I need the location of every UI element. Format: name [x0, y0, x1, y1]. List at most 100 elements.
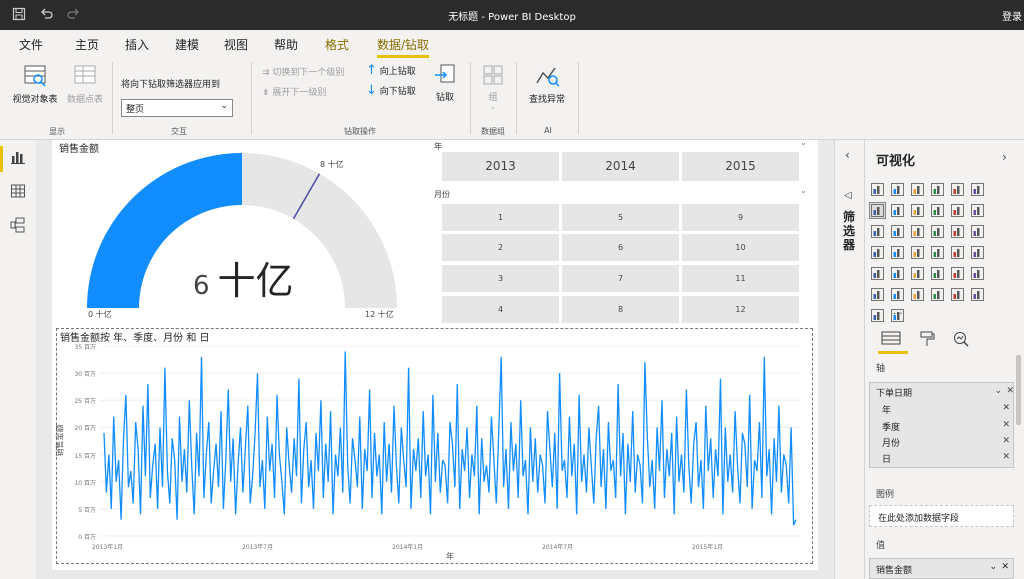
- matrix-icon[interactable]: [910, 266, 925, 281]
- tab-data-drill[interactable]: 数据/钻取: [377, 36, 430, 58]
- find-anomalies-button[interactable]: 查找异常: [524, 63, 570, 105]
- clustered-bar-icon[interactable]: [910, 182, 925, 197]
- area-chart-icon[interactable]: [890, 203, 905, 218]
- chevron-left-icon[interactable]: ‹: [845, 148, 850, 162]
- powerapps-icon[interactable]: [970, 287, 985, 302]
- tab-view[interactable]: 视图: [224, 36, 248, 53]
- arcgis-icon[interactable]: [950, 287, 965, 302]
- axis-child-field[interactable]: 年 ✕: [882, 403, 1012, 416]
- axis-child-field[interactable]: 季度 ✕: [882, 420, 1012, 433]
- treemap-icon[interactable]: [970, 224, 985, 239]
- visual-table-button[interactable]: 视觉对象表: [8, 63, 62, 105]
- group-button[interactable]: 组 ⌄: [478, 63, 508, 111]
- stacked-column-icon[interactable]: [890, 182, 905, 197]
- stacked-bar-icon[interactable]: [870, 182, 885, 197]
- clustered-column-icon[interactable]: [930, 182, 945, 197]
- month-tile[interactable]: 12: [682, 296, 799, 323]
- remove-icon[interactable]: ✕: [1002, 436, 1010, 446]
- model-view-icon[interactable]: [9, 216, 27, 234]
- filters-pane[interactable]: ‹ ◁: [834, 140, 864, 579]
- pane-scrollbar[interactable]: [1016, 355, 1021, 425]
- axis-child-field[interactable]: 月份 ✕: [882, 436, 1012, 449]
- analytics-icon[interactable]: [952, 330, 970, 351]
- filled-map-icon[interactable]: [890, 245, 905, 260]
- power-automate-icon[interactable]: [870, 308, 885, 323]
- month-tile[interactable]: 5: [562, 204, 679, 231]
- month-tile[interactable]: 2: [442, 234, 559, 261]
- format-paint-roller-icon[interactable]: [918, 330, 936, 351]
- year-tile[interactable]: 2015: [682, 152, 799, 181]
- report-view-icon[interactable]: [9, 148, 27, 166]
- legend-drop-zone[interactable]: 在此处添加数据字段: [869, 505, 1014, 527]
- signin-link[interactable]: 登录: [1002, 8, 1022, 23]
- slicer-icon[interactable]: [870, 266, 885, 281]
- table-icon[interactable]: [890, 266, 905, 281]
- expand-next-level-button[interactable]: ⇟ 展开下一级别: [262, 85, 326, 98]
- chevron-down-icon[interactable]: ⌄: [800, 138, 807, 147]
- tab-file[interactable]: 文件: [19, 36, 43, 53]
- axis-child-field[interactable]: 日 ✕: [882, 452, 1012, 465]
- kpi-icon[interactable]: [970, 245, 985, 260]
- month-tile[interactable]: 1: [442, 204, 559, 231]
- paginated-report-icon[interactable]: [910, 287, 925, 302]
- more-visuals-label[interactable]: ···: [893, 309, 903, 320]
- year-tile[interactable]: 2013: [442, 152, 559, 181]
- tab-help[interactable]: 帮助: [274, 36, 298, 53]
- series-line[interactable]: [103, 351, 797, 526]
- tab-modeling[interactable]: 建模: [175, 36, 199, 53]
- gauge-icon[interactable]: [910, 245, 925, 260]
- chevron-down-icon[interactable]: ⌄: [994, 386, 1002, 396]
- month-tile[interactable]: 4: [442, 296, 559, 323]
- line-column-icon[interactable]: [930, 203, 945, 218]
- qa-icon[interactable]: [890, 287, 905, 302]
- switch-next-level-button[interactable]: ⇉ 切换到下一个级别: [262, 65, 344, 78]
- drill-down-button[interactable]: ↓ 向下钻取: [366, 83, 416, 98]
- map-icon[interactable]: [870, 245, 885, 260]
- ribbon-chart-icon[interactable]: [970, 203, 985, 218]
- waterfall-icon[interactable]: [870, 224, 885, 239]
- drill-through-button[interactable]: 钻取: [430, 63, 460, 103]
- pie-chart-icon[interactable]: [930, 224, 945, 239]
- remove-icon[interactable]: ✕: [1002, 420, 1010, 430]
- axis-field-date[interactable]: 下单日期 ⌄ ✕: [876, 386, 1016, 399]
- chevron-right-icon[interactable]: ›: [1002, 150, 1007, 164]
- year-tile[interactable]: 2014: [562, 152, 679, 181]
- smart-narrative-icon[interactable]: [930, 287, 945, 302]
- 100-column-icon[interactable]: [970, 182, 985, 197]
- remove-icon[interactable]: ✕: [1002, 403, 1010, 413]
- data-point-table-button[interactable]: 数据点表: [63, 63, 107, 105]
- funnel-icon[interactable]: [890, 224, 905, 239]
- month-tile[interactable]: 9: [682, 204, 799, 231]
- stacked-area-icon[interactable]: [910, 203, 925, 218]
- scatter-icon[interactable]: [910, 224, 925, 239]
- month-tile[interactable]: 11: [682, 265, 799, 292]
- drill-up-button[interactable]: ↑ 向上钻取: [366, 63, 416, 78]
- line-clustered-icon[interactable]: [950, 203, 965, 218]
- month-tile[interactable]: 7: [562, 265, 679, 292]
- donut-chart-icon[interactable]: [950, 224, 965, 239]
- key-influencers-icon[interactable]: [970, 266, 985, 281]
- multi-row-card-icon[interactable]: [950, 245, 965, 260]
- chevron-down-icon[interactable]: ⌄: [989, 562, 997, 572]
- remove-icon[interactable]: ✕: [1006, 386, 1014, 396]
- month-tile[interactable]: 3: [442, 265, 559, 292]
- month-tile[interactable]: 10: [682, 234, 799, 261]
- values-field[interactable]: 销售金额 ⌄ ✕: [869, 558, 1014, 579]
- r-visual-icon[interactable]: [930, 266, 945, 281]
- card-icon[interactable]: [930, 245, 945, 260]
- remove-icon[interactable]: ✕: [1001, 562, 1009, 572]
- fields-tab-icon[interactable]: [880, 330, 902, 351]
- tab-insert[interactable]: 插入: [125, 36, 149, 53]
- 100-bar-icon[interactable]: [950, 182, 965, 197]
- month-tile[interactable]: 6: [562, 234, 679, 261]
- chevron-down-icon[interactable]: ⌄: [800, 186, 807, 195]
- python-visual-icon[interactable]: [950, 266, 965, 281]
- line-chart-icon[interactable]: [869, 202, 886, 219]
- month-tile[interactable]: 8: [562, 296, 679, 323]
- decomposition-tree-icon[interactable]: [870, 287, 885, 302]
- tab-format[interactable]: 格式: [325, 36, 349, 53]
- apply-drill-select[interactable]: 整页 ⌄: [121, 99, 233, 117]
- remove-icon[interactable]: ✕: [1002, 452, 1010, 462]
- data-view-icon[interactable]: [9, 182, 27, 200]
- tab-home[interactable]: 主页: [75, 36, 99, 53]
